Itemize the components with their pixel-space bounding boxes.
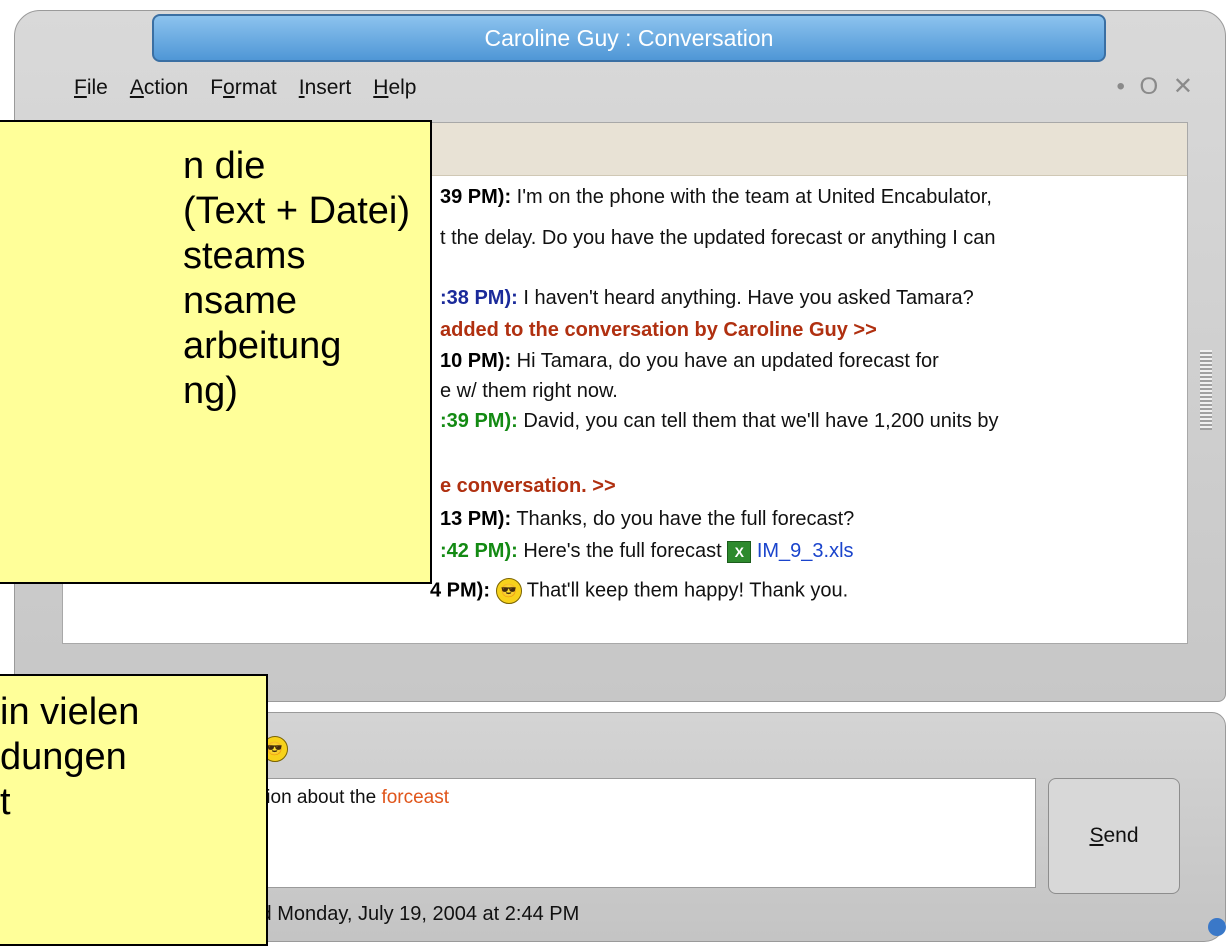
message-line: t the delay. Do you have the updated for… [440, 227, 996, 249]
window-title: Caroline Guy : Conversation [152, 14, 1106, 62]
excel-file-icon[interactable]: X [727, 540, 752, 563]
callout-line: in vielen [0, 691, 140, 733]
message-line: :38 PM): I haven't heard anything. Have … [440, 287, 974, 309]
message-line: :42 PM): Here's the full forecast X IM_9… [440, 540, 854, 563]
callout-line: t [0, 781, 11, 823]
message-line: :39 PM): David, you can tell them that w… [440, 410, 999, 432]
message-line: 10 PM): Hi Tamara, do you have an update… [440, 350, 939, 372]
callout-line: n die [182, 145, 266, 187]
scrollbar-grip[interactable] [1200, 350, 1212, 430]
menu-help[interactable]: Help [371, 76, 418, 106]
window-controls[interactable]: • O ✕ [1116, 72, 1197, 101]
callout-line: nsame [182, 280, 298, 322]
system-message: added to the conversation by Caroline Gu… [440, 319, 877, 341]
system-message: e conversation. >> [440, 475, 616, 497]
menu-bar: File Action Format Insert Help [72, 76, 418, 106]
file-link[interactable]: IM_9_3.xls [757, 540, 854, 562]
callout-lower: in vielen dungen t [0, 674, 268, 946]
message-line: 13 PM): Thanks, do you have the full for… [440, 508, 855, 530]
callout-upper: n die (Text + Datei) steams nsame arbeit… [0, 120, 432, 584]
menu-format[interactable]: Format [208, 76, 279, 106]
resize-grip-icon[interactable] [1208, 918, 1226, 936]
message-line: 4 PM): 😎 That'll keep them happy! Thank … [430, 578, 848, 604]
menu-insert[interactable]: Insert [297, 76, 354, 106]
menu-file[interactable]: File [72, 76, 110, 106]
callout-line: steams [182, 235, 306, 277]
message-line: 39 PM): I'm on the phone with the team a… [440, 186, 992, 208]
message-line: e w/ them right now. [440, 380, 618, 402]
callout-line: arbeitung [182, 325, 342, 367]
misspelled-word: forceast [381, 787, 450, 808]
cool-smiley-emoticon-icon: 😎 [495, 578, 522, 604]
send-button[interactable]: Send [1048, 778, 1180, 894]
callout-line: ng) [182, 370, 238, 412]
callout-line: (Text + Datei) [182, 190, 410, 232]
callout-line: dungen [0, 736, 127, 778]
menu-action[interactable]: Action [128, 76, 190, 106]
